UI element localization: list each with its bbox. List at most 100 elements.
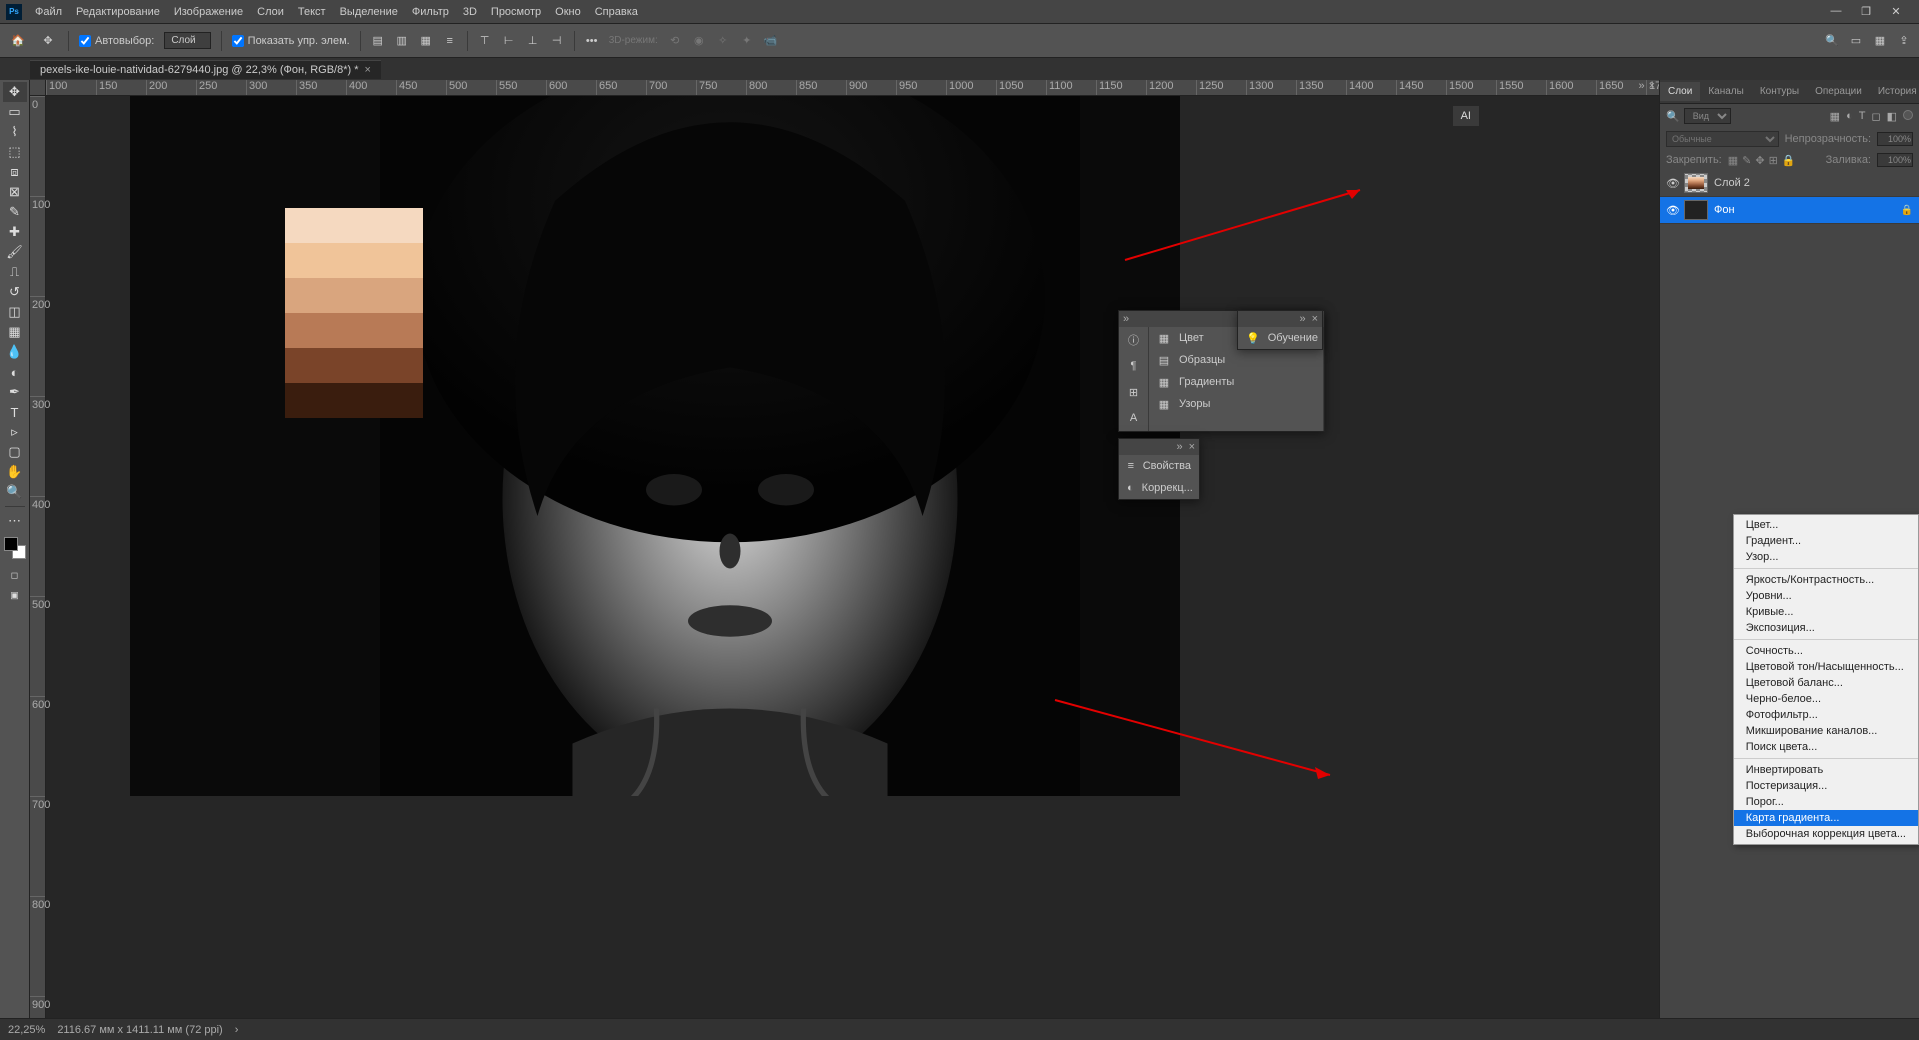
- foreground-color[interactable]: [4, 537, 18, 551]
- layer-filter-select[interactable]: Вид: [1684, 108, 1731, 124]
- crop-tool[interactable]: ⧈: [3, 162, 27, 182]
- lasso-tool[interactable]: ⌇: [3, 122, 27, 142]
- context-item[interactable]: Узор...: [1734, 549, 1918, 565]
- glyphs-icon[interactable]: ⊞: [1127, 385, 1141, 399]
- panel-close-icon[interactable]: ×: [1189, 441, 1195, 453]
- menu-справка[interactable]: Справка: [588, 6, 645, 18]
- status-more-icon[interactable]: ›: [235, 1024, 239, 1036]
- panel-collapse-icon[interactable]: »: [1176, 441, 1182, 453]
- screen-mode-icon[interactable]: ▣: [3, 585, 27, 605]
- panel-tab-4[interactable]: История: [1870, 82, 1919, 101]
- document-tab[interactable]: pexels-ike-louie-natividad-6279440.jpg @…: [30, 60, 381, 79]
- menu-просмотр[interactable]: Просмотр: [484, 6, 548, 18]
- panel-tab-1[interactable]: Каналы: [1700, 82, 1752, 101]
- filter-adjust-icon[interactable]: ◐: [1846, 110, 1853, 123]
- maximize-button[interactable]: ❐: [1857, 5, 1875, 18]
- show-transform-checkbox[interactable]: Показать упр. элем.: [232, 35, 350, 47]
- patterns-panel-item[interactable]: ▦Узоры: [1149, 393, 1323, 415]
- context-item[interactable]: Кривые...: [1734, 604, 1918, 620]
- panel-collapse-icon[interactable]: »: [1123, 313, 1129, 325]
- adjustments-panel-item[interactable]: ◐Коррекц...: [1119, 477, 1199, 499]
- menu-файл[interactable]: Файл: [28, 6, 69, 18]
- home-icon[interactable]: 🏠: [8, 31, 28, 51]
- more-options-icon[interactable]: •••: [585, 35, 599, 47]
- close-button[interactable]: ✕: [1887, 5, 1905, 18]
- context-item[interactable]: Инвертировать: [1734, 762, 1918, 778]
- quick-mask-icon[interactable]: ◻: [3, 565, 27, 585]
- align-top-icon[interactable]: ⊤: [478, 34, 492, 47]
- menu-редактирование[interactable]: Редактирование: [69, 6, 167, 18]
- healing-tool[interactable]: ✚: [3, 222, 27, 242]
- frame-tool[interactable]: ⊠: [3, 182, 27, 202]
- minimize-button[interactable]: —: [1827, 5, 1845, 18]
- layer-thumbnail[interactable]: [1684, 173, 1708, 193]
- canvas-collapse-icon[interactable]: »: [1638, 80, 1644, 92]
- clone-tool[interactable]: ⎍: [3, 262, 27, 282]
- zoom-tool[interactable]: 🔍: [3, 482, 27, 502]
- zoom-level[interactable]: 22,25%: [8, 1024, 45, 1036]
- menu-фильтр[interactable]: Фильтр: [405, 6, 456, 18]
- edit-toolbar-icon[interactable]: ⋯: [3, 511, 27, 531]
- share-icon[interactable]: ⇪: [1897, 34, 1911, 47]
- lock-pixels-icon[interactable]: ▦: [1728, 154, 1738, 167]
- menu-выделение[interactable]: Выделение: [333, 6, 405, 18]
- 3d-scale-icon[interactable]: ✦: [740, 34, 754, 47]
- hand-tool[interactable]: ✋: [3, 462, 27, 482]
- quick-select-tool[interactable]: ⬚: [3, 142, 27, 162]
- filter-shape-icon[interactable]: ◻: [1871, 110, 1880, 123]
- brush-tool[interactable]: 🖌: [3, 242, 27, 262]
- color-swatches[interactable]: [4, 537, 26, 559]
- context-item[interactable]: Микширование каналов...: [1734, 723, 1918, 739]
- paragraph-icon[interactable]: ¶: [1127, 359, 1141, 373]
- 3d-camera-icon[interactable]: 📹: [764, 34, 778, 47]
- filter-smart-icon[interactable]: ◧: [1887, 110, 1897, 123]
- layer-visibility-icon[interactable]: 👁: [1666, 204, 1678, 217]
- distribute-icon[interactable]: ≡: [443, 35, 457, 47]
- blur-tool[interactable]: 💧: [3, 342, 27, 362]
- pen-tool[interactable]: ✒: [3, 382, 27, 402]
- context-item[interactable]: Экспозиция...: [1734, 620, 1918, 636]
- canvas-close-icon[interactable]: ×: [1649, 80, 1655, 92]
- align-center-icon[interactable]: ▥: [395, 34, 409, 47]
- context-item[interactable]: Уровни...: [1734, 588, 1918, 604]
- align-vcenter-icon[interactable]: ⊢: [502, 34, 516, 47]
- context-item[interactable]: Карта градиента...: [1734, 810, 1918, 826]
- menu-слои[interactable]: Слои: [250, 6, 291, 18]
- path-tool[interactable]: ▹: [3, 422, 27, 442]
- 3d-slide-icon[interactable]: ✧: [716, 34, 730, 47]
- context-item[interactable]: Поиск цвета...: [1734, 739, 1918, 755]
- align-right-icon[interactable]: ▦: [419, 34, 433, 47]
- context-item[interactable]: Цветовой тон/Насыщенность...: [1734, 659, 1918, 675]
- align-bottom-icon[interactable]: ⊥: [526, 34, 540, 47]
- context-item[interactable]: Порог...: [1734, 794, 1918, 810]
- lock-all-icon[interactable]: 🔒: [1782, 154, 1796, 167]
- layer-type-select[interactable]: Слой: [164, 32, 210, 49]
- eraser-tool[interactable]: ◫: [3, 302, 27, 322]
- swatches-panel-item[interactable]: ▤Образцы: [1149, 349, 1323, 371]
- context-item[interactable]: Сочность...: [1734, 643, 1918, 659]
- history-brush-tool[interactable]: ↺: [3, 282, 27, 302]
- layer-item-0[interactable]: 👁Слой 2: [1660, 170, 1919, 197]
- 3d-pan-icon[interactable]: ◉: [692, 34, 706, 47]
- workspace-icon[interactable]: ▭: [1849, 34, 1863, 47]
- search-icon[interactable]: 🔍: [1825, 34, 1839, 47]
- context-item[interactable]: Цвет...: [1734, 517, 1918, 533]
- lock-position-icon[interactable]: ✥: [1755, 154, 1764, 167]
- filter-toggle-icon[interactable]: [1903, 110, 1913, 120]
- info-icon[interactable]: ⓘ: [1127, 333, 1141, 347]
- blend-mode-select[interactable]: Обычные: [1666, 131, 1779, 147]
- context-item[interactable]: Постеризация...: [1734, 778, 1918, 794]
- gradients-panel-item[interactable]: ▦Градиенты: [1149, 371, 1323, 393]
- filter-images-icon[interactable]: ▦: [1830, 110, 1840, 123]
- properties-panel-item[interactable]: ≡Свойства: [1119, 455, 1199, 477]
- gradient-tool[interactable]: ▦: [3, 322, 27, 342]
- lock-artboard-icon[interactable]: ⊞: [1769, 154, 1778, 167]
- marquee-tool[interactable]: ▭: [3, 102, 27, 122]
- layer-item-1[interactable]: 👁Фон🔒: [1660, 197, 1919, 224]
- move-tool[interactable]: ✥: [3, 82, 27, 102]
- type-tool[interactable]: T: [3, 402, 27, 422]
- panel-tab-2[interactable]: Контуры: [1752, 82, 1807, 101]
- layer-thumbnail[interactable]: [1684, 200, 1708, 220]
- fill-input[interactable]: [1877, 153, 1913, 167]
- panel-collapse-icon[interactable]: »: [1299, 313, 1305, 325]
